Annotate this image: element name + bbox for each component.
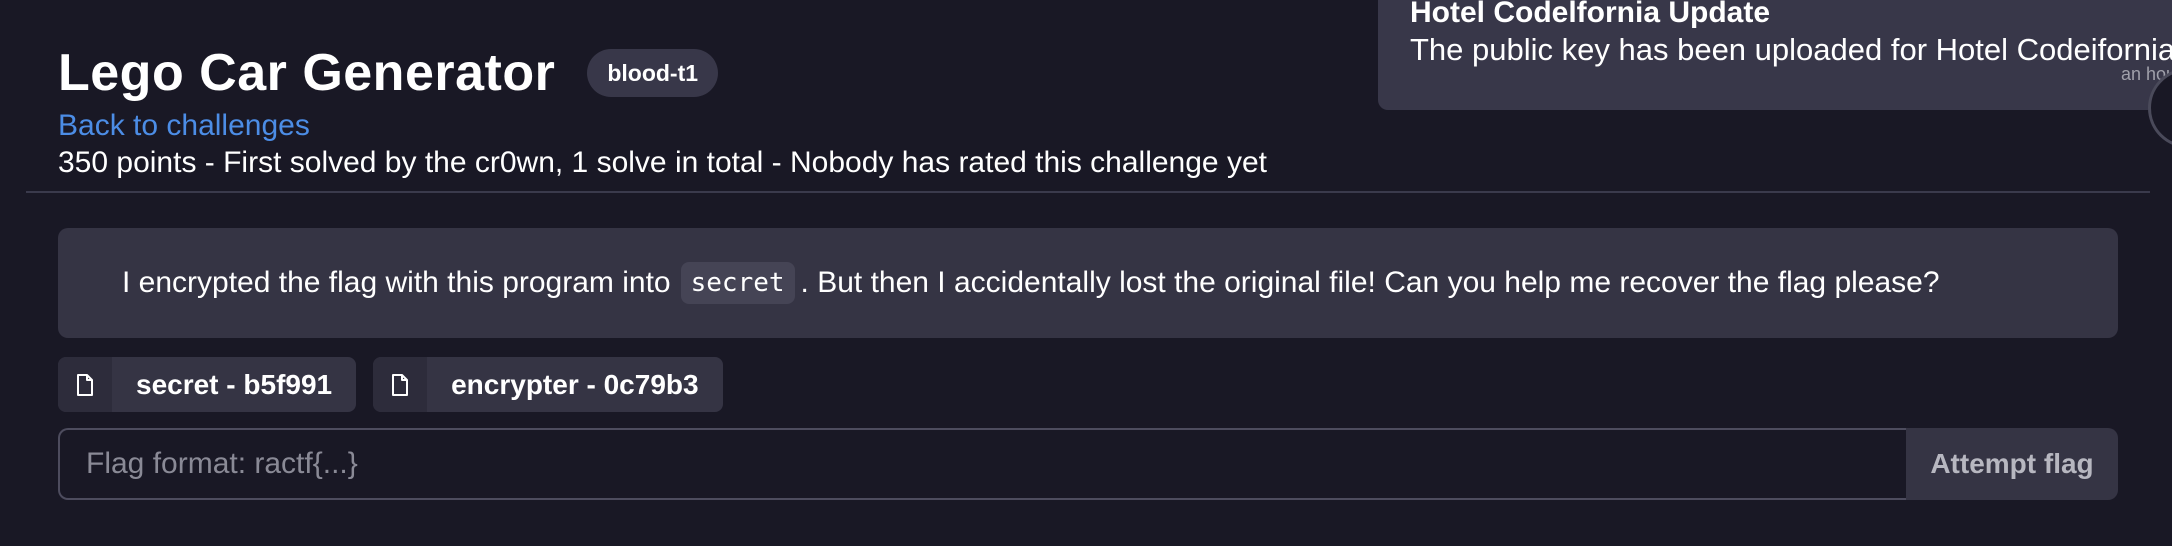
challenge-description: I encrypted the flag with this program i… [58, 228, 2118, 338]
page-title: Lego Car Generator [58, 44, 556, 102]
attempt-flag-button[interactable]: Attempt flag [1906, 428, 2118, 500]
challenge-header: Lego Car Generator blood-t1 Back to chal… [58, 38, 1267, 182]
notification-body: The public key has been uploaded for Hot… [1410, 32, 2172, 67]
notification-toast[interactable]: Hotel Codelfornia Update The public key … [1378, 0, 2172, 110]
notification-title: Hotel Codelfornia Update [1410, 0, 1771, 29]
file-download-encrypter[interactable]: encrypter - 0c79b3 [373, 357, 723, 412]
back-to-challenges-link[interactable]: Back to challenges [58, 108, 1267, 144]
file-icon [373, 357, 428, 412]
file-icon [58, 357, 112, 412]
flag-input[interactable] [58, 428, 1906, 500]
file-download-secret[interactable]: secret - b5f991 [58, 357, 357, 412]
challenge-meta: 350 points - First solved by the cr0wn, … [58, 146, 1267, 179]
description-text-after: . But then I accidentally lost the origi… [800, 266, 1940, 299]
file-label: encrypter - 0c79b3 [451, 368, 699, 400]
file-list: secret - b5f991 encrypter - 0c79b3 [58, 357, 723, 412]
description-text-before: I encrypted the flag with this program i… [122, 266, 671, 299]
file-label: secret - b5f991 [136, 368, 333, 400]
title-row: Lego Car Generator blood-t1 [58, 38, 1267, 108]
difficulty-badge: blood-t1 [587, 49, 719, 97]
flag-submit-form: Attempt flag [58, 428, 2118, 500]
header-divider [26, 191, 2150, 193]
description-code: secret [680, 262, 795, 304]
